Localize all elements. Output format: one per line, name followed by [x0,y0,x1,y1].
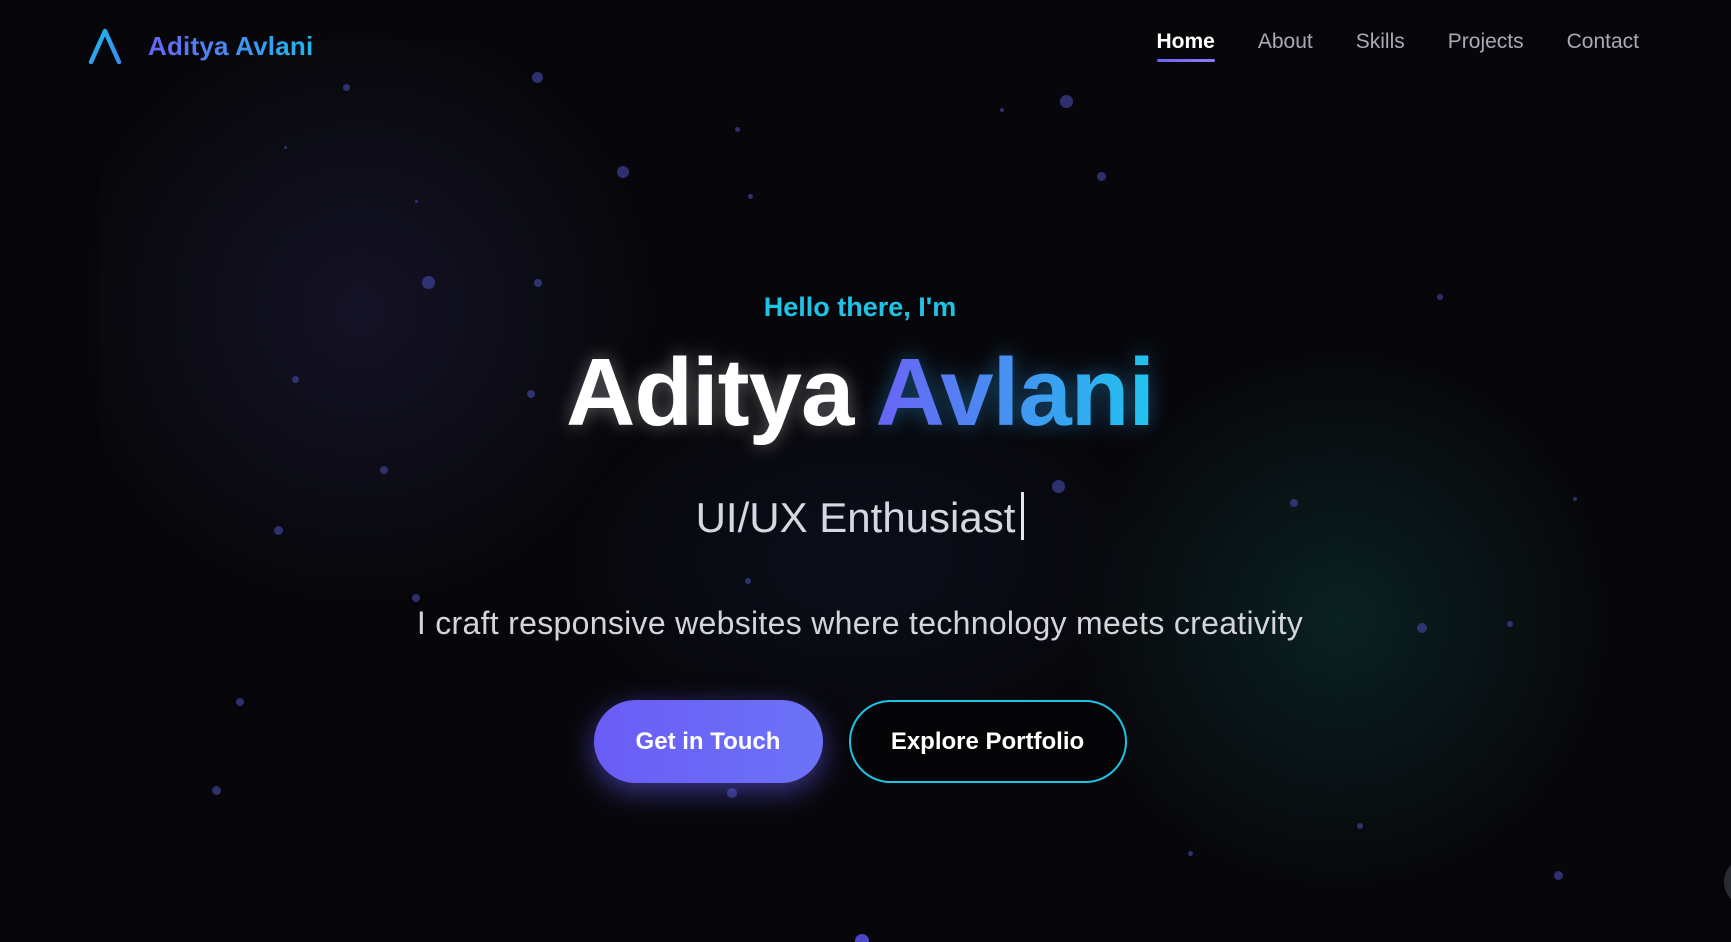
typing-caret [1021,492,1025,540]
hero-role: UI/UX Enthusiast [0,492,1720,542]
hero-tagline: I craft responsive websites where techno… [416,605,1304,641]
hero-actions: Get in Touch Explore Portfolio [0,700,1720,783]
hero-name-last: Avlani [875,339,1155,446]
hero-greeting: Hello there, I'm [763,292,957,322]
hero-page: Aditya Avlani Home About Skills Projects… [0,0,1731,942]
get-in-touch-button[interactable]: Get in Touch [593,700,823,783]
hero-name-first: Aditya [565,339,854,446]
hero-role-text: UI/UX Enthusiast [695,494,1016,541]
explore-portfolio-button[interactable]: Explore Portfolio [848,700,1127,783]
hero-section: Hello there, I'm Aditya Avlani UI/UX Ent… [0,0,1731,942]
hero-name: Aditya Avlani [0,340,1720,446]
scroll-indicator[interactable] [855,934,869,942]
